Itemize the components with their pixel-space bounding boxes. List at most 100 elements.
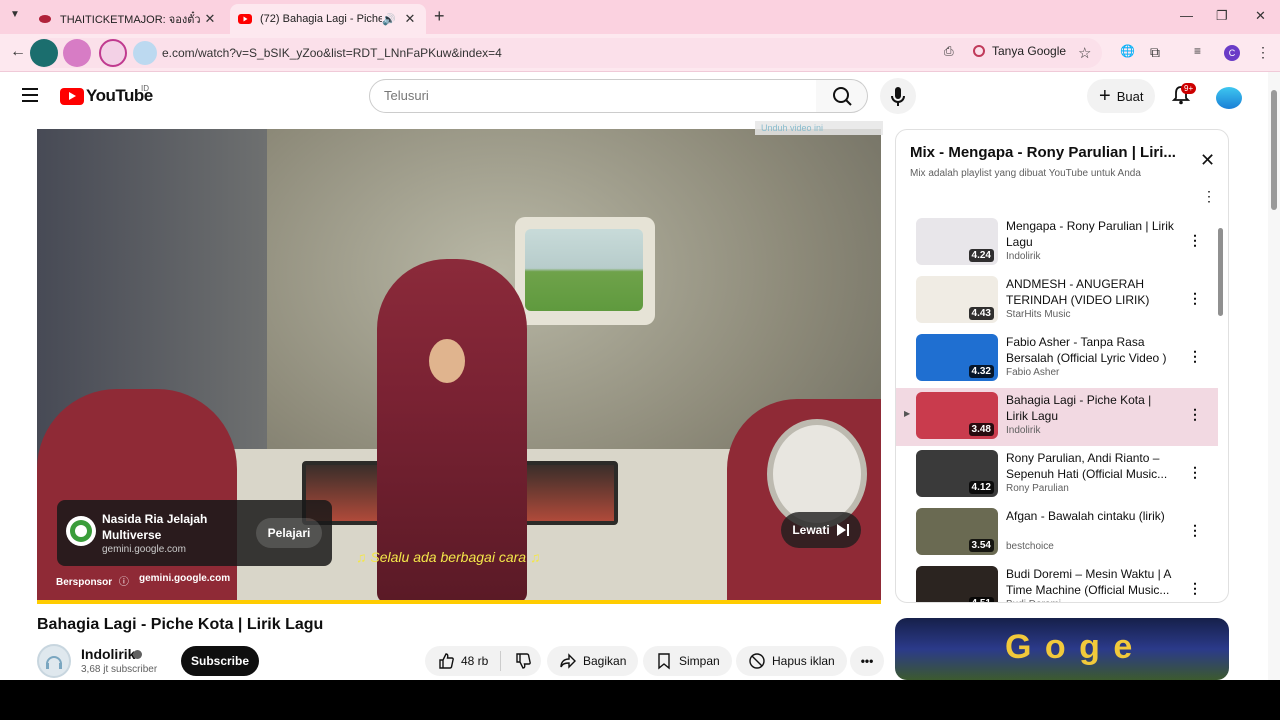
playlist-thumbnail[interactable]: 4.43 [916, 276, 998, 323]
speaker-icon[interactable]: 🔊 [382, 13, 396, 26]
extension-icon[interactable] [99, 39, 127, 67]
download-video-hint[interactable]: Unduh video ini [755, 121, 883, 135]
channel-avatar[interactable] [37, 644, 71, 678]
like-count: 48 rb [461, 654, 489, 668]
playlist-item-title[interactable]: ANDMESH - ANUGERAH TERINDAH (VIDEO LIRIK… [1006, 276, 1176, 310]
search-icon [833, 87, 852, 106]
maximize-icon[interactable]: ❐ [1216, 8, 1228, 24]
search-input[interactable]: Telusuri [369, 79, 817, 113]
playlist-item-title[interactable]: Budi Doremi – Mesin Waktu | A Time Machi… [1006, 566, 1176, 598]
verified-badge-icon [133, 650, 142, 659]
playlist-thumbnail[interactable]: 3.54 [916, 508, 998, 555]
playlist-item-title[interactable]: Fabio Asher - Tanpa Rasa Bersalah (Offic… [1006, 334, 1176, 366]
playlist-item-channel: bestchoice [1006, 541, 1054, 552]
learn-more-button[interactable]: Pelajari [256, 518, 322, 548]
tab-title: THAITICKETMAJOR: จองตั๋ว ขายบัตร [60, 14, 202, 26]
extension-icon[interactable] [30, 39, 58, 67]
bookmark-icon [658, 653, 670, 670]
sponsored-label: Bersponsor ⓘ [56, 573, 129, 588]
playlist-item-title[interactable]: Mengapa - Rony Parulian | Lirik Lagu [1006, 218, 1176, 250]
playlist-menu-icon[interactable]: ⋮ [1202, 188, 1216, 205]
save-label: Simpan [679, 654, 720, 668]
tab-list-chevron-icon[interactable]: ▼ [10, 9, 20, 20]
page-scroll-thumb[interactable] [1271, 90, 1277, 210]
playlist-item[interactable]: 4.51 Budi Doremi – Mesin Waktu | A Time M… [896, 562, 1218, 602]
channel-name[interactable]: Indolirik [81, 646, 135, 662]
item-menu-icon[interactable]: ⋮ [1188, 348, 1202, 365]
close-tab-icon[interactable]: ✕ [202, 11, 218, 27]
item-menu-icon[interactable]: ⋮ [1188, 464, 1202, 481]
playlist-item-title[interactable]: Bahagia Lagi - Piche Kota | Lirik Lagu [1006, 392, 1176, 424]
item-menu-icon[interactable]: ⋮ [1188, 522, 1202, 539]
playlist-thumbnail[interactable]: 4.51 [916, 566, 998, 602]
tab-title: (72) Bahagia Lagi - Piche Kota [260, 13, 383, 25]
close-playlist-icon[interactable]: ✕ [1200, 150, 1215, 171]
video-frame-figure [37, 389, 237, 603]
more-actions-button[interactable]: ••• [850, 646, 884, 676]
playlist-thumbnail[interactable]: 4.12 [916, 450, 998, 497]
tab-youtube[interactable]: (72) Bahagia Lagi - Piche Kota 🔊 ✕ [230, 4, 426, 34]
playlist-thumbnail[interactable]: 4.32 [916, 334, 998, 381]
bookmark-star-icon[interactable]: ☆ [1078, 44, 1091, 62]
youtube-logo[interactable]: YouTube [60, 86, 153, 106]
playlist-item-title[interactable]: Afgan - Bawalah cintaku (lirik) [1006, 508, 1176, 524]
remove-ads-label: Hapus iklan [772, 654, 835, 668]
playlist-item-channel: Indolirik [1006, 251, 1041, 262]
close-window-icon[interactable]: ✕ [1255, 8, 1266, 24]
playlist-item[interactable]: 3.54 Afgan - Bawalah cintaku (lirik) bestc… [896, 504, 1218, 562]
playlist-thumbnail[interactable]: 4.24 [916, 218, 998, 265]
video-duration: 4.24 [968, 249, 994, 262]
info-icon[interactable]: ⓘ [119, 577, 129, 588]
sponsor-domain[interactable]: gemini.google.com [139, 573, 230, 584]
playlist-title[interactable]: Mix - Mengapa - Rony Parulian | Liri... [910, 144, 1176, 161]
ad-progress-bar[interactable] [37, 600, 881, 604]
playlist-item-title[interactable]: Rony Parulian, Andi Rianto – Sepenuh Hat… [1006, 450, 1176, 482]
browser-menu-icon[interactable]: ⋮ [1256, 44, 1270, 61]
playlist-scrollbar[interactable] [1218, 218, 1223, 598]
item-menu-icon[interactable]: ⋮ [1188, 580, 1202, 597]
video-frame-face [429, 339, 465, 383]
item-menu-icon[interactable]: ⋮ [1188, 406, 1202, 423]
region-code: ID [141, 84, 149, 93]
account-avatar[interactable] [1216, 87, 1242, 109]
item-menu-icon[interactable]: ⋮ [1188, 232, 1202, 249]
extensions-puzzle-icon[interactable]: ⧉ [1150, 44, 1160, 61]
playlist-thumbnail[interactable]: 3.48 [916, 392, 998, 439]
subscribe-button[interactable]: Subscribe [181, 646, 259, 676]
playlist-scroll-thumb[interactable] [1218, 228, 1223, 316]
new-tab-button[interactable]: + [434, 6, 445, 27]
tab-thaiticketmajor[interactable]: THAITICKETMAJOR: จองตั๋ว ขายบัตร ✕ [30, 4, 226, 34]
playlist-item[interactable]: 4.32 Fabio Asher - Tanpa Rasa Bersalah (O… [896, 330, 1218, 388]
playlist-item[interactable]: 4.43 ANDMESH - ANUGERAH TERINDAH (VIDEO L… [896, 272, 1218, 330]
create-button[interactable]: + Buat [1087, 79, 1156, 113]
item-menu-icon[interactable]: ⋮ [1188, 290, 1202, 307]
playlist-item[interactable]: 4.24 Mengapa - Rony Parulian | Lirik Lagu… [896, 214, 1218, 272]
playlist-item[interactable]: 4.12 Rony Parulian, Andi Rianto – Sepenuh… [896, 446, 1218, 504]
back-arrow-icon[interactable]: ← [10, 43, 26, 61]
close-tab-icon[interactable]: ✕ [402, 11, 418, 27]
extension-icon[interactable] [133, 41, 157, 65]
minimize-icon[interactable]: — [1180, 8, 1193, 23]
search-button[interactable] [816, 79, 868, 113]
profile-avatar[interactable]: C [1224, 45, 1240, 61]
video-duration: 4.51 [968, 597, 994, 602]
playlist-item[interactable]: ▶ 3.48 Bahagia Lagi - Piche Kota | Lirik L… [896, 388, 1218, 446]
save-button[interactable]: Simpan [643, 646, 732, 676]
voice-search-button[interactable] [880, 78, 916, 114]
ask-google-button[interactable]: Tanya Google [972, 44, 1066, 58]
extension-globe-icon[interactable]: 🌐 [1120, 44, 1135, 58]
share-button[interactable]: Bagikan [547, 646, 639, 676]
skip-ad-button[interactable]: Lewati [781, 512, 861, 548]
extension-icon[interactable] [63, 39, 91, 67]
hamburger-menu-icon[interactable] [22, 88, 38, 102]
install-app-icon[interactable]: ⎙ [944, 44, 954, 59]
dislike-button[interactable] [505, 646, 541, 676]
video-frame-screen [522, 461, 618, 525]
media-control-icon[interactable]: ≡ [1194, 44, 1201, 58]
ask-google-label: Tanya Google [992, 44, 1067, 58]
promo-banner[interactable]: G o g e [895, 618, 1229, 680]
subscriber-count: 3,68 jt subscriber [81, 664, 158, 675]
page-scrollbar[interactable] [1268, 72, 1280, 680]
remove-ads-button[interactable]: Hapus iklan [736, 646, 847, 676]
skip-label: Lewati [792, 523, 830, 537]
